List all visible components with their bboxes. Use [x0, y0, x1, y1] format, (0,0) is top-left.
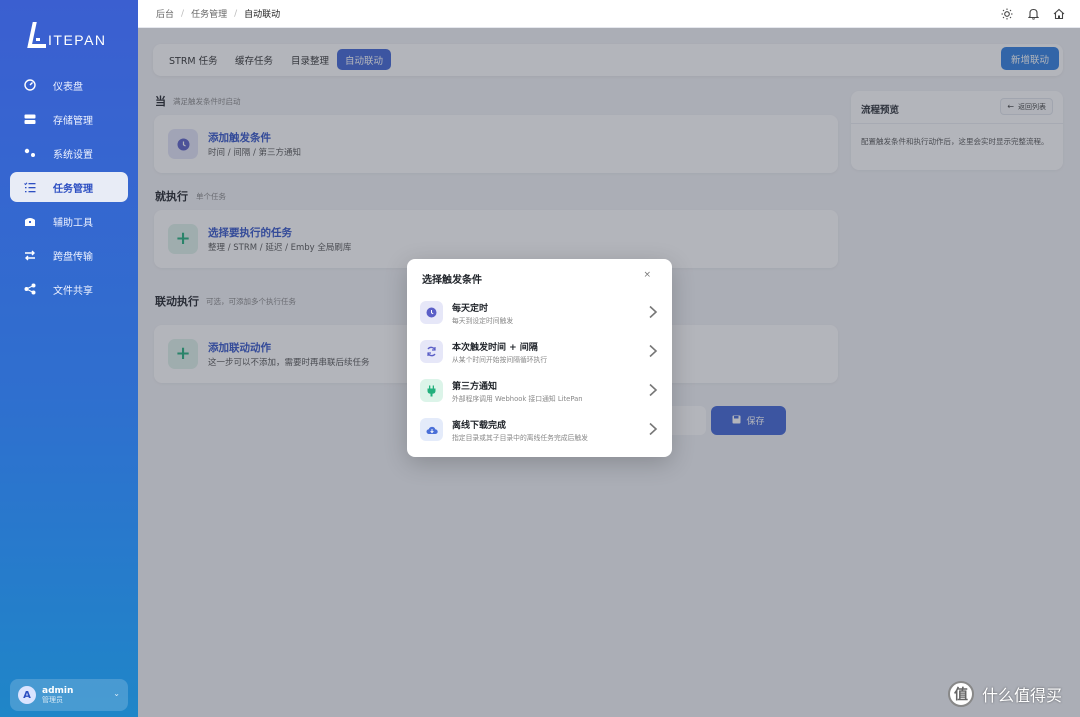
user-name: admin — [42, 685, 74, 696]
sidebar-item-label: 任务管理 — [53, 183, 93, 195]
sidebar-item-settings[interactable]: 系统设置 — [10, 138, 128, 168]
trigger-option-daily[interactable]: 每天定时 每天到设定时间触发 — [419, 296, 662, 330]
watermark: 值 什么值得买 — [948, 680, 1062, 708]
bell-icon[interactable] — [1026, 7, 1040, 21]
chevron-right-icon — [649, 344, 658, 358]
top-bar: 后台 / 任务管理 / 自动联动 — [138, 0, 1080, 28]
option-subtitle: 外部程序调用 Webhook 接口通知 LitePan — [452, 395, 583, 403]
breadcrumb-separator: / — [234, 8, 238, 19]
modal-title: 选择触发条件 — [422, 275, 482, 286]
clock-icon — [420, 301, 443, 324]
trigger-option-webhook[interactable]: 第三方通知 外部程序调用 Webhook 接口通知 LitePan — [419, 374, 662, 408]
app-logo[interactable]: ITEPAN — [26, 14, 116, 50]
transfer-icon — [23, 248, 37, 262]
trigger-option-interval[interactable]: 本次触发时间 + 间隔 从某个时间开始按间隔循环执行 — [419, 335, 662, 369]
chevron-right-icon — [649, 422, 658, 436]
option-subtitle: 指定目录或其子目录中的离线任务完成后触发 — [452, 434, 588, 442]
breadcrumb: 后台 / 任务管理 / 自动联动 — [156, 7, 281, 21]
sidebar-item-label: 存储管理 — [53, 115, 93, 127]
sidebar-item-share[interactable]: 文件共享 — [10, 274, 128, 304]
option-subtitle: 每天到设定时间触发 — [452, 317, 514, 325]
breadcrumb-tasks[interactable]: 任务管理 — [191, 7, 227, 20]
watermark-logo: 值 — [948, 681, 974, 707]
chevron-down-icon: ⌄ — [113, 689, 120, 698]
breadcrumb-separator: / — [181, 8, 185, 19]
option-title: 离线下载完成 — [452, 421, 507, 431]
avatar: A — [18, 686, 36, 704]
share-icon — [23, 282, 37, 296]
trigger-select-modal: 选择触发条件 × 每天定时 每天到设定时间触发 本次触发时间 + 间隔 从某个时… — [407, 259, 672, 457]
task-list-icon — [23, 180, 37, 194]
settings-icon — [23, 146, 37, 160]
user-role: 管理员 — [42, 695, 63, 704]
option-title: 每天定时 — [452, 304, 489, 314]
breadcrumb-current: 自动联动 — [244, 10, 281, 20]
option-subtitle: 从某个时间开始按间隔循环执行 — [452, 356, 548, 364]
watermark-text: 什么值得买 — [982, 686, 1063, 705]
user-menu[interactable]: A admin 管理员 ⌄ — [10, 679, 128, 711]
sidebar-item-label: 辅助工具 — [53, 217, 93, 229]
logo-mark-icon — [26, 20, 48, 50]
sidebar-item-label: 文件共享 — [53, 285, 93, 297]
sidebar-nav: 仪表盘 存储管理 系统设置 任务管理 辅助工具 跨盘传输 文件共享 — [10, 70, 128, 308]
sidebar-item-storage[interactable]: 存储管理 — [10, 104, 128, 134]
sidebar-item-dashboard[interactable]: 仪表盘 — [10, 70, 128, 100]
option-title: 本次触发时间 + 间隔 — [452, 343, 538, 353]
sidebar-item-transfer[interactable]: 跨盘传输 — [10, 240, 128, 270]
sidebar-item-tasks[interactable]: 任务管理 — [10, 172, 128, 202]
sidebar-item-label: 系统设置 — [53, 149, 93, 161]
top-icons — [988, 7, 1066, 21]
storage-icon — [23, 112, 37, 126]
sidebar: ITEPAN 仪表盘 存储管理 系统设置 任务管理 辅助工具 跨盘传输 文件共享… — [0, 0, 138, 717]
cloud-download-icon — [420, 418, 443, 441]
logo-text: ITEPAN — [48, 32, 107, 48]
sidebar-item-label: 跨盘传输 — [53, 251, 93, 263]
sidebar-item-tools[interactable]: 辅助工具 — [10, 206, 128, 236]
sidebar-item-label: 仪表盘 — [53, 81, 83, 93]
toolbox-icon — [23, 214, 37, 228]
chevron-right-icon — [649, 383, 658, 397]
home-icon[interactable] — [1052, 7, 1066, 21]
refresh-icon — [420, 340, 443, 363]
theme-sun-icon[interactable] — [1000, 7, 1014, 21]
trigger-option-offline-download[interactable]: 离线下载完成 指定目录或其子目录中的离线任务完成后触发 — [419, 413, 662, 447]
dashboard-icon — [23, 78, 37, 92]
option-title: 第三方通知 — [452, 382, 498, 392]
breadcrumb-home[interactable]: 后台 — [156, 7, 174, 20]
chevron-right-icon — [649, 305, 658, 319]
close-icon[interactable]: × — [643, 270, 651, 280]
plug-icon — [420, 379, 443, 402]
